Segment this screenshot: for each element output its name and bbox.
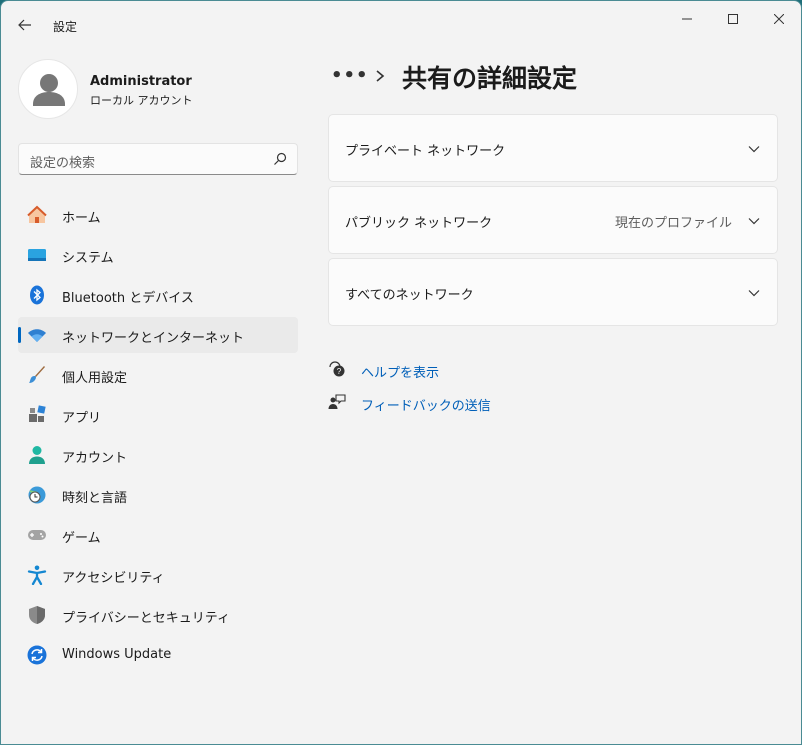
search-placeholder: 設定の検索 xyxy=(30,156,96,171)
section-label: パブリック ネットワーク xyxy=(345,216,493,231)
svg-text:?: ? xyxy=(337,367,342,376)
sidebar-item-home[interactable]: ホーム xyxy=(18,197,298,233)
search-icon[interactable] xyxy=(273,152,287,166)
sidebar-item-system[interactable]: システム xyxy=(18,237,298,273)
sidebar-item-personalization[interactable]: 個人用設定 xyxy=(18,357,298,393)
sidebar-item-label: アクセシビリティ xyxy=(62,571,165,586)
shield-icon xyxy=(29,606,45,624)
sidebar-item-label: Windows Update xyxy=(62,647,172,662)
account-type: ローカル アカウント xyxy=(90,94,193,107)
minimize-button[interactable] xyxy=(664,5,710,33)
home-icon xyxy=(27,205,47,223)
give-feedback-link[interactable]: フィードバックの送信 xyxy=(328,391,528,415)
help-icon: ? xyxy=(329,361,345,377)
chevron-right-icon xyxy=(376,70,385,82)
section-label: すべてのネットワーク xyxy=(345,288,474,303)
link-label[interactable]: フィードバックの送信 xyxy=(361,395,491,414)
chevron-down-icon xyxy=(748,146,760,153)
feedback-icon xyxy=(328,394,346,409)
sidebar-item-label: ホーム xyxy=(62,211,101,226)
search-input[interactable]: 設定の検索 xyxy=(18,143,298,175)
brush-icon xyxy=(29,366,45,383)
sidebar-item-label: ネットワークとインターネット xyxy=(62,331,245,346)
avatar xyxy=(18,59,78,119)
sidebar-item-apps[interactable]: アプリ xyxy=(18,397,298,433)
chevron-down-icon xyxy=(748,290,760,297)
wifi-icon xyxy=(28,329,46,342)
close-button[interactable] xyxy=(756,5,801,33)
bluetooth-icon xyxy=(30,285,44,305)
all-networks-section[interactable]: すべてのネットワーク xyxy=(328,258,778,326)
section-label: プライベート ネットワーク xyxy=(345,144,506,159)
sidebar-item-label: 個人用設定 xyxy=(62,371,128,386)
apps-icon xyxy=(29,405,46,422)
sidebar-item-label: 時刻と言語 xyxy=(62,491,128,506)
get-help-link[interactable]: ? ヘルプを表示 xyxy=(328,358,528,382)
public-network-section[interactable]: パブリック ネットワーク 現在のプロファイル xyxy=(328,186,778,254)
sidebar-item-label: アプリ xyxy=(62,411,102,426)
close-icon xyxy=(774,14,784,24)
gamepad-icon xyxy=(28,530,46,540)
back-button[interactable] xyxy=(11,13,39,37)
sidebar-item-label: システム xyxy=(62,251,114,266)
title-bar: 設定 xyxy=(1,1,801,49)
private-network-section[interactable]: プライベート ネットワーク xyxy=(328,114,778,182)
sidebar-nav: ホーム システム Bluetooth とデバイス ネットワークとインターネット xyxy=(18,197,298,677)
current-profile-label: 現在のプロファイル xyxy=(614,216,732,231)
settings-window: 設定 Administrator ローカル アカウント 設定の検索 ホーム シス… xyxy=(0,0,802,745)
back-arrow-icon xyxy=(18,19,31,31)
user-profile[interactable]: Administrator ローカル アカウント xyxy=(18,59,288,121)
update-icon xyxy=(27,645,47,665)
user-name: Administrator xyxy=(90,74,192,89)
maximize-icon xyxy=(728,14,738,24)
sidebar-item-bluetooth[interactable]: Bluetooth とデバイス xyxy=(18,277,298,313)
sidebar-item-label: アカウント xyxy=(62,451,128,466)
minimize-icon xyxy=(682,18,692,20)
sidebar-item-windows-update[interactable]: Windows Update xyxy=(18,637,298,673)
accessibility-icon xyxy=(27,565,47,585)
sidebar-item-gaming[interactable]: ゲーム xyxy=(18,517,298,553)
sidebar-item-network[interactable]: ネットワークとインターネット xyxy=(18,317,298,353)
maximize-button[interactable] xyxy=(710,5,756,33)
sidebar-item-privacy[interactable]: プライバシーとセキュリティ xyxy=(18,597,298,633)
app-title: 設定 xyxy=(53,20,78,34)
page-title: 共有の詳細設定 xyxy=(402,64,578,93)
user-avatar-icon xyxy=(33,74,65,106)
sidebar-item-accounts[interactable]: アカウント xyxy=(18,437,298,473)
chevron-down-icon xyxy=(748,218,760,225)
sidebar-item-label: ゲーム xyxy=(62,531,101,546)
sidebar-item-label: プライバシーとセキュリティ xyxy=(62,611,230,626)
sidebar-item-label: Bluetooth とデバイス xyxy=(62,291,194,306)
account-icon xyxy=(29,446,45,464)
breadcrumb-overflow-button[interactable]: ••• xyxy=(331,65,369,86)
sidebar-item-time-language[interactable]: 時刻と言語 xyxy=(18,477,298,513)
sidebar-item-accessibility[interactable]: アクセシビリティ xyxy=(18,557,298,593)
time-language-icon xyxy=(28,486,46,504)
link-label[interactable]: ヘルプを表示 xyxy=(361,362,439,381)
system-icon xyxy=(28,249,46,261)
